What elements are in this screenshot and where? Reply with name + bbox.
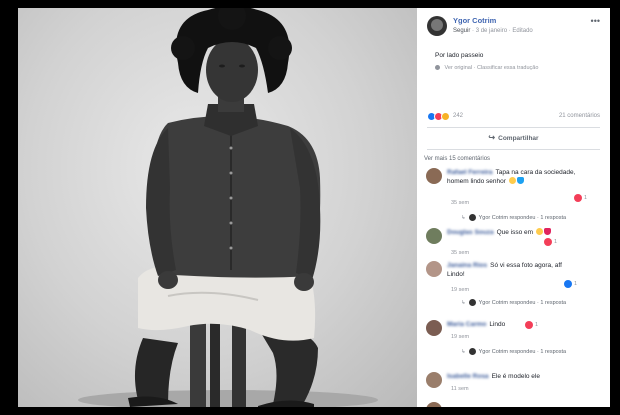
comment-time[interactable]: 11 sem [451,386,469,392]
comment-count[interactable]: 21 comentários [559,113,600,119]
heart-eyes-emoji-icon [508,177,516,184]
comment-body: Rafael Ferreira Tapa na cara da sociedade… [447,168,577,186]
blue-heart-emoji-icon [516,177,524,184]
man-on-stool-illustration [78,8,378,407]
divider [427,127,600,128]
more-options-icon[interactable]: ••• [591,16,600,26]
comment-text: Que isso em [496,229,534,236]
commenter-avatar[interactable] [426,372,442,388]
comment-body: Douglas Souza Que isso em [447,228,597,237]
comment-time[interactable]: 19 sem [451,287,469,293]
commenter-avatar[interactable] [426,261,442,277]
commenter-name[interactable]: Maria Carmo [447,321,486,328]
love-reaction-icon [544,238,552,246]
reply-avatar [468,214,476,221]
commenter-name[interactable]: Douglas Souza [447,229,494,236]
reply-avatar [468,348,476,355]
comment-time[interactable]: 35 sem [451,250,469,256]
share-icon: ↪ [488,133,496,142]
comment-reaction-count[interactable]: 1 [554,239,557,245]
share-button[interactable]: ↪ Compartilhar [417,130,610,146]
commenter-name[interactable]: Isabelle Rosa [447,373,489,380]
globe-icon [435,65,440,71]
comment-time[interactable]: 19 sem [451,334,469,340]
grinning-emoji-icon [535,228,543,235]
reply-arrow-icon: ↳ [461,348,466,355]
heart-emoji-icon [543,228,551,235]
post-meta: Seguir · 3 de janeiro · Editado [453,28,533,34]
commenter-avatar[interactable] [426,402,442,407]
reply-author: Ygor Cotrim respondeu [478,299,536,306]
edited-label[interactable]: Editado [512,28,532,34]
commenter-avatar[interactable] [426,320,442,336]
share-label: Compartilhar [498,135,539,142]
reply-summary[interactable]: ↳ Ygor Cotrim respondeu · 1 resposta [461,299,566,306]
post-side-panel: Ygor Cotrim Seguir · 3 de janeiro · Edit… [417,8,610,407]
reply-author: Ygor Cotrim respondeu [478,214,536,221]
author-avatar[interactable] [427,16,447,36]
post-header: Ygor Cotrim Seguir · 3 de janeiro · Edit… [417,8,610,48]
love-reaction-icon [525,321,533,329]
comment-reaction-count[interactable]: 1 [535,322,538,328]
reply-summary[interactable]: ↳ Ygor Cotrim respondeu · 1 resposta [461,348,566,355]
comment-body: Janaina Rios Só vi essa foto agora, aff L… [447,261,577,279]
reply-avatar [468,299,476,306]
rate-translation-link[interactable]: Classificar essa tradução [477,65,538,71]
reaction-count[interactable]: 242 [453,113,463,119]
reply-author: Ygor Cotrim respondeu [478,348,536,355]
post-date[interactable]: 3 de janeiro [476,28,507,34]
comment-text: Ele é modelo ele [491,373,540,380]
author-name[interactable]: Ygor Cotrim [453,16,496,25]
commenter-avatar[interactable] [426,228,442,244]
reply-arrow-icon: ↳ [461,299,466,306]
comment-time[interactable]: 35 sem [451,200,469,206]
post-photo[interactable] [18,8,417,407]
post-caption: Por lado passeio [435,52,484,59]
comment-body: Isabelle Rosa Ele é modelo ele [447,372,597,381]
view-more-comments-link[interactable]: Ver mais 15 comentários [424,156,490,162]
comment-reaction-count[interactable]: 1 [584,195,587,201]
reply-count: 1 resposta [540,348,567,355]
commenter-avatar[interactable] [426,168,442,184]
commenter-name[interactable]: Janaina Rios [447,262,487,269]
like-reaction-icon [564,280,572,288]
reply-arrow-icon: ↳ [461,214,466,221]
see-original-link[interactable]: Ver original [445,65,473,71]
follow-link[interactable]: Seguir [453,28,470,34]
wow-reaction-icon [441,112,450,121]
reply-count: 1 resposta [540,299,567,306]
reaction-summary[interactable]: 242 21 comentários [427,112,600,122]
translation-row: Ver original · Classificar essa tradução [435,65,538,71]
divider [427,149,600,150]
love-reaction-icon [574,194,582,202]
reply-count: 1 resposta [540,214,567,221]
reply-summary[interactable]: ↳ Ygor Cotrim respondeu · 1 resposta [461,214,566,221]
comment-body: Maria Carmo Lindo [447,320,587,329]
commenter-name[interactable]: Rafael Ferreira [447,169,493,176]
comment-text: Lindo [489,321,506,328]
comment-reaction-count[interactable]: 1 [574,281,577,287]
